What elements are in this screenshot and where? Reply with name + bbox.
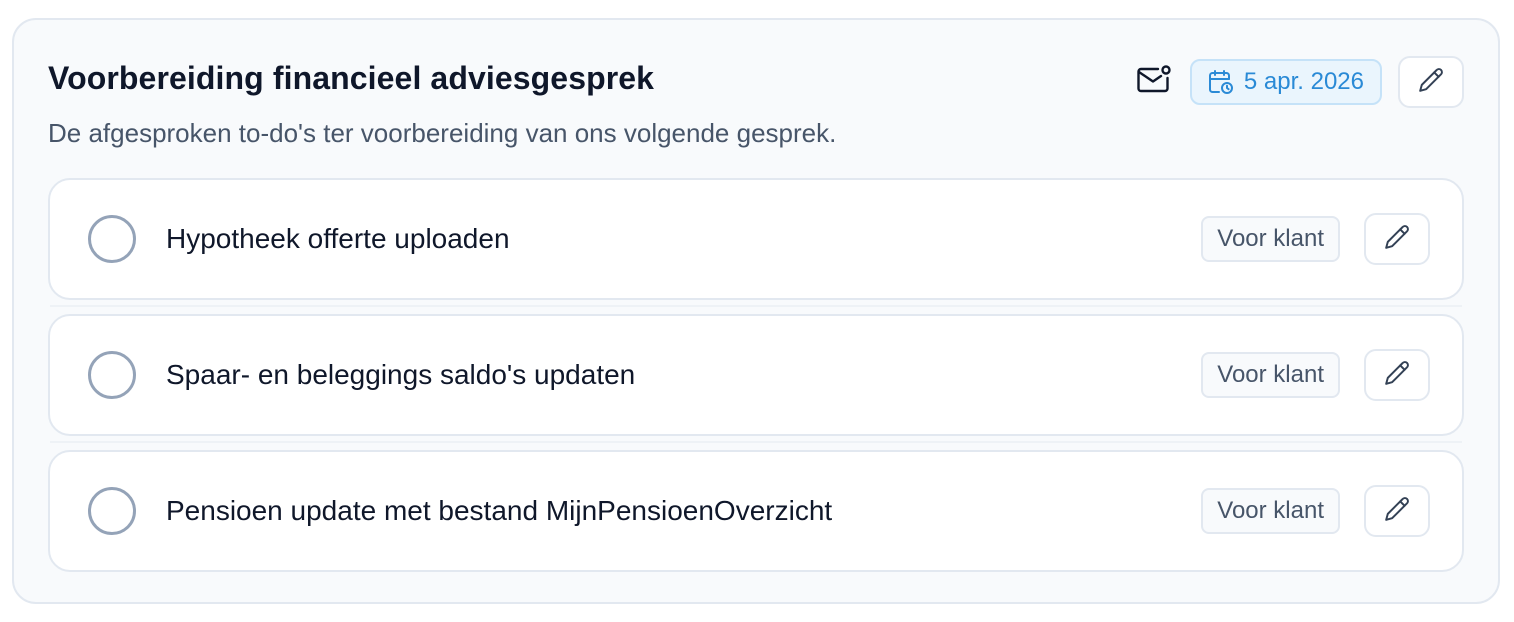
edit-todo-button[interactable]	[1364, 349, 1430, 401]
todo-item: Hypotheek offerte uploaden Voor klant	[48, 178, 1464, 307]
pencil-icon	[1384, 496, 1410, 527]
todo-checkbox[interactable]	[88, 487, 136, 535]
todo-label: Hypotheek offerte uploaden	[166, 223, 510, 254]
due-date-text: 5 apr. 2026	[1243, 68, 1364, 95]
card-title: Voorbereiding financieel adviesgesprek	[48, 60, 655, 96]
pencil-icon	[1418, 67, 1444, 98]
todo-label: Pensioen update met bestand MijnPensioen…	[166, 495, 833, 526]
pencil-icon	[1384, 360, 1410, 391]
due-date-badge[interactable]: 5 apr. 2026	[1189, 59, 1382, 105]
todo-label: Spaar- en beleggings saldo's updaten	[166, 359, 636, 390]
edit-card-button[interactable]	[1398, 56, 1464, 108]
pencil-icon	[1384, 224, 1410, 255]
todo-item: Pensioen update met bestand MijnPensioen…	[48, 450, 1464, 572]
todo-card: Voorbereiding financieel adviesgesprek D…	[12, 18, 1500, 604]
edit-todo-button[interactable]	[1364, 485, 1430, 537]
todo-list: Hypotheek offerte uploaden Voor klant Sp…	[48, 178, 1464, 572]
calendar-clock-icon	[1208, 69, 1234, 95]
card-subtitle: De afgesproken to-do's ter voorbereiding…	[48, 118, 837, 148]
audience-tag: Voor klant	[1201, 216, 1340, 262]
edit-todo-button[interactable]	[1364, 213, 1430, 265]
todo-checkbox[interactable]	[88, 351, 136, 399]
card-header: Voorbereiding financieel adviesgesprek D…	[48, 56, 1464, 156]
audience-tag: Voor klant	[1201, 352, 1340, 398]
todo-item: Spaar- en beleggings saldo's updaten Voo…	[48, 314, 1464, 443]
mail-notification-icon	[1136, 64, 1172, 100]
audience-tag: Voor klant	[1201, 488, 1340, 534]
todo-checkbox[interactable]	[88, 215, 136, 263]
mail-button[interactable]	[1134, 62, 1174, 102]
header-actions: 5 apr. 2026	[1134, 56, 1464, 108]
